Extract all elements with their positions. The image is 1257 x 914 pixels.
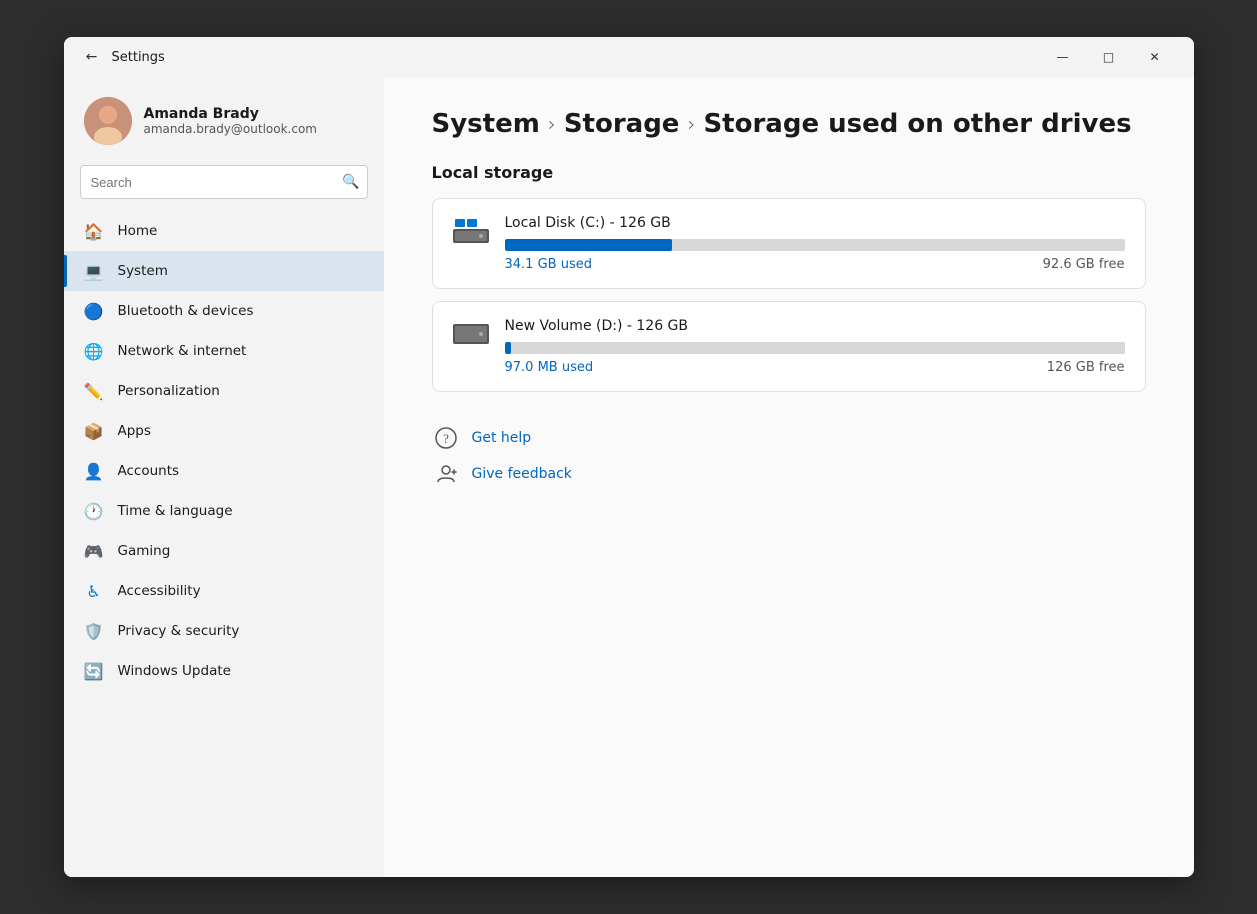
drive-c-name: Local Disk (C:) - 126 GB xyxy=(505,215,1125,231)
nav-home-label: Home xyxy=(118,223,158,239)
nav-bluetooth-label: Bluetooth & devices xyxy=(118,303,254,319)
nav-apps[interactable]: 📦 Apps xyxy=(64,411,384,451)
nav-gaming-label: Gaming xyxy=(118,543,171,559)
time-icon: 🕐 xyxy=(84,501,104,521)
settings-window: ← Settings — □ ✕ xyxy=(64,37,1194,877)
nav-accounts[interactable]: 👤 Accounts xyxy=(64,451,384,491)
nav-update-label: Windows Update xyxy=(118,663,231,679)
drive-c-icon xyxy=(453,217,489,245)
back-button[interactable]: ← xyxy=(80,45,104,69)
titlebar-title: Settings xyxy=(112,50,1040,65)
nav-system[interactable]: 💻 System xyxy=(64,251,384,291)
nav-time-label: Time & language xyxy=(118,503,233,519)
drive-c-stats: 34.1 GB used 92.6 GB free xyxy=(505,257,1125,272)
breadcrumb-system[interactable]: System xyxy=(432,109,540,139)
search-input[interactable] xyxy=(80,165,368,199)
give-feedback-item[interactable]: Give feedback xyxy=(432,460,1146,488)
nav-accounts-label: Accounts xyxy=(118,463,180,479)
nav-personalization[interactable]: ✏️ Personalization xyxy=(64,371,384,411)
nav-personalization-label: Personalization xyxy=(118,383,220,399)
drive-d-card[interactable]: New Volume (D:) - 126 GB 97.0 MB used 12… xyxy=(432,301,1146,392)
drive-d-icon xyxy=(453,320,489,348)
maximize-button[interactable]: □ xyxy=(1086,41,1132,73)
privacy-icon: 🛡️ xyxy=(84,621,104,641)
content-area: System › Storage › Storage used on other… xyxy=(384,77,1194,877)
system-icon: 💻 xyxy=(84,261,104,281)
drive-c-progress-fill xyxy=(505,239,672,251)
home-icon: 🏠 xyxy=(84,221,104,241)
user-email: amanda.brady@outlook.com xyxy=(144,122,317,136)
nav-system-label: System xyxy=(118,263,168,279)
drive-d-progress-fill xyxy=(505,342,511,354)
drive-c-progress-container xyxy=(505,239,1125,251)
nav-network[interactable]: 🌐 Network & internet xyxy=(64,331,384,371)
breadcrumb: System › Storage › Storage used on other… xyxy=(432,109,1146,139)
breadcrumb-current: Storage used on other drives xyxy=(703,109,1131,139)
drive-d-free: 126 GB free xyxy=(1047,360,1125,375)
nav-apps-label: Apps xyxy=(118,423,151,439)
user-name: Amanda Brady xyxy=(144,106,317,122)
nav-bluetooth[interactable]: 🔵 Bluetooth & devices xyxy=(64,291,384,331)
sidebar: Amanda Brady amanda.brady@outlook.com 🔍 … xyxy=(64,77,384,877)
bluetooth-icon: 🔵 xyxy=(84,301,104,321)
apps-icon: 📦 xyxy=(84,421,104,441)
drive-d-stats: 97.0 MB used 126 GB free xyxy=(505,360,1125,375)
nav-time[interactable]: 🕐 Time & language xyxy=(64,491,384,531)
network-icon: 🌐 xyxy=(84,341,104,361)
nav-update[interactable]: 🔄 Windows Update xyxy=(64,651,384,691)
section-title: Local storage xyxy=(432,163,1146,182)
drive-d-details: New Volume (D:) - 126 GB 97.0 MB used 12… xyxy=(505,318,1125,375)
accessibility-icon: ♿ xyxy=(84,581,104,601)
breadcrumb-sep-1: › xyxy=(548,112,556,136)
nav-privacy-label: Privacy & security xyxy=(118,623,240,639)
window-controls: — □ ✕ xyxy=(1040,41,1178,73)
get-help-item[interactable]: ? Get help xyxy=(432,424,1146,452)
nav-accessibility-label: Accessibility xyxy=(118,583,201,599)
nav-home[interactable]: 🏠 Home xyxy=(64,211,384,251)
drive-c-used: 34.1 GB used xyxy=(505,257,592,272)
nav-gaming[interactable]: 🎮 Gaming xyxy=(64,531,384,571)
minimize-button[interactable]: — xyxy=(1040,41,1086,73)
breadcrumb-sep-2: › xyxy=(687,112,695,136)
drive-c-details: Local Disk (C:) - 126 GB 34.1 GB used 92… xyxy=(505,215,1125,272)
drive-c-free: 92.6 GB free xyxy=(1043,257,1125,272)
user-profile[interactable]: Amanda Brady amanda.brady@outlook.com xyxy=(64,85,384,161)
avatar-image xyxy=(84,97,132,145)
nav-network-label: Network & internet xyxy=(118,343,247,359)
search-icon: 🔍 xyxy=(342,174,359,190)
drive-d-progress-container xyxy=(505,342,1125,354)
accounts-icon: 👤 xyxy=(84,461,104,481)
svg-text:?: ? xyxy=(443,431,449,446)
main-content: Amanda Brady amanda.brady@outlook.com 🔍 … xyxy=(64,77,1194,877)
get-help-label[interactable]: Get help xyxy=(472,430,532,446)
drive-c-card[interactable]: Local Disk (C:) - 126 GB 34.1 GB used 92… xyxy=(432,198,1146,289)
get-help-icon: ? xyxy=(432,424,460,452)
personalization-icon: ✏️ xyxy=(84,381,104,401)
update-icon: 🔄 xyxy=(84,661,104,681)
give-feedback-icon xyxy=(432,460,460,488)
close-button[interactable]: ✕ xyxy=(1132,41,1178,73)
help-section: ? Get help Give feedback xyxy=(432,424,1146,488)
nav-privacy[interactable]: 🛡️ Privacy & security xyxy=(64,611,384,651)
user-info: Amanda Brady amanda.brady@outlook.com xyxy=(144,106,317,136)
titlebar: ← Settings — □ ✕ xyxy=(64,37,1194,77)
nav-accessibility[interactable]: ♿ Accessibility xyxy=(64,571,384,611)
avatar xyxy=(84,97,132,145)
give-feedback-label[interactable]: Give feedback xyxy=(472,466,572,482)
search-box: 🔍 xyxy=(80,165,368,199)
drive-d-used: 97.0 MB used xyxy=(505,360,594,375)
drive-d-name: New Volume (D:) - 126 GB xyxy=(505,318,1125,334)
breadcrumb-storage[interactable]: Storage xyxy=(564,109,680,139)
gaming-icon: 🎮 xyxy=(84,541,104,561)
